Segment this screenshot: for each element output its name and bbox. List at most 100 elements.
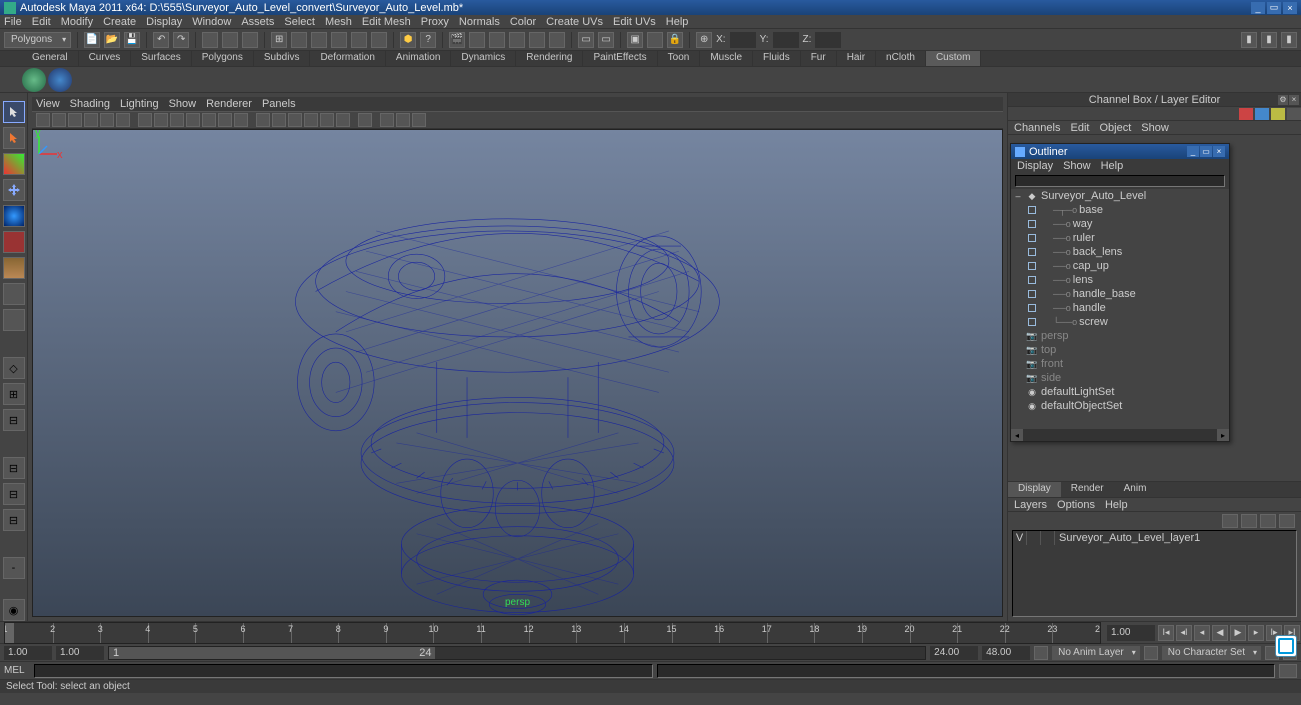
make-live-button[interactable] bbox=[371, 32, 387, 48]
redo-button[interactable]: ↷ bbox=[173, 32, 189, 48]
lasso-tool[interactable] bbox=[3, 127, 25, 149]
go-to-start-button[interactable]: І◂ bbox=[1158, 625, 1174, 641]
absolute-transform-button[interactable]: ⊕ bbox=[696, 32, 712, 48]
outliner-item-front[interactable]: 📷front bbox=[1011, 357, 1229, 371]
range-end-field[interactable]: 48.00 bbox=[982, 646, 1030, 660]
character-set-dropdown[interactable]: No Character Set bbox=[1162, 646, 1261, 660]
sidebar-toggle-2[interactable]: ▮ bbox=[1261, 32, 1277, 48]
vp-menu-view[interactable]: View bbox=[36, 98, 60, 110]
layer-type-toggle[interactable] bbox=[1027, 531, 1041, 545]
vp-menu-panels[interactable]: Panels bbox=[262, 98, 296, 110]
layer-tab-anim[interactable]: Anim bbox=[1114, 482, 1157, 497]
snap-grid-button[interactable]: ⊞ bbox=[271, 32, 287, 48]
menu-modify[interactable]: Modify bbox=[61, 16, 93, 28]
playback-start-field[interactable]: 1.00 bbox=[56, 646, 104, 660]
menu-file[interactable]: File bbox=[4, 16, 22, 28]
last-tool[interactable]: ◉ bbox=[3, 599, 25, 621]
y-field[interactable] bbox=[773, 32, 799, 48]
quick-select-button[interactable]: ▣ bbox=[627, 32, 643, 48]
vp-expose[interactable] bbox=[412, 113, 426, 127]
outliner-item-top[interactable]: 📷top bbox=[1011, 343, 1229, 357]
help-button[interactable]: ? bbox=[420, 32, 436, 48]
scale-tool[interactable] bbox=[3, 231, 25, 253]
vp-gate-mask[interactable] bbox=[186, 113, 200, 127]
cancel-render-button[interactable] bbox=[549, 32, 565, 48]
layer-list[interactable]: VSurveyor_Auto_Level_layer1 bbox=[1012, 530, 1297, 617]
undo-button[interactable]: ↶ bbox=[153, 32, 169, 48]
outliner-close[interactable]: × bbox=[1213, 146, 1225, 157]
name-field-button[interactable] bbox=[647, 32, 663, 48]
layer-row[interactable]: VSurveyor_Auto_Level_layer1 bbox=[1013, 531, 1296, 545]
shelf-tab-painteffects[interactable]: PaintEffects bbox=[583, 51, 657, 66]
vp-isolate-select[interactable] bbox=[358, 113, 372, 127]
outliner-item-back_lens[interactable]: ──o back_lens bbox=[1011, 245, 1229, 259]
vp-high-quality[interactable] bbox=[336, 113, 350, 127]
vp-select-camera[interactable] bbox=[36, 113, 50, 127]
close-button[interactable]: × bbox=[1283, 2, 1297, 14]
show-manip-tool[interactable] bbox=[3, 309, 25, 331]
menu-color[interactable]: Color bbox=[510, 16, 536, 28]
new-scene-button[interactable]: 📄 bbox=[84, 32, 100, 48]
sidebar-toggle-3[interactable]: ▮ bbox=[1281, 32, 1297, 48]
vp-safe-title[interactable] bbox=[234, 113, 248, 127]
single-perspective-layout[interactable]: ◇ bbox=[3, 357, 25, 379]
layer-color-swatch[interactable] bbox=[1041, 531, 1055, 545]
outliner-titlebar[interactable]: Outliner _ ▭ × bbox=[1011, 144, 1229, 159]
maximize-button[interactable]: ▭ bbox=[1267, 2, 1281, 14]
shelf-tab-dynamics[interactable]: Dynamics bbox=[451, 51, 516, 66]
outliner-menu-help[interactable]: Help bbox=[1101, 160, 1124, 172]
outliner-search[interactable] bbox=[1015, 175, 1225, 187]
play-back-button[interactable]: ◀ bbox=[1212, 625, 1228, 641]
vp-menu-lighting[interactable]: Lighting bbox=[120, 98, 159, 110]
menu-edit[interactable]: Edit bbox=[32, 16, 51, 28]
shelf-tab-surfaces[interactable]: Surfaces bbox=[131, 51, 191, 66]
menu-create[interactable]: Create bbox=[103, 16, 136, 28]
render-button[interactable]: 🎬 bbox=[449, 32, 465, 48]
vp-field-chart[interactable] bbox=[202, 113, 216, 127]
paint-select-tool[interactable] bbox=[3, 153, 25, 175]
range-slider[interactable]: 124 bbox=[108, 646, 926, 660]
panel-gear-icon[interactable]: ⚙ bbox=[1278, 95, 1288, 105]
open-scene-button[interactable]: 📂 bbox=[104, 32, 120, 48]
shelf-tab-fluids[interactable]: Fluids bbox=[753, 51, 801, 66]
outliner-item-ruler[interactable]: ──o ruler bbox=[1011, 231, 1229, 245]
channel-menu-show[interactable]: Show bbox=[1141, 122, 1169, 134]
shelf-tab-animation[interactable]: Animation bbox=[386, 51, 451, 66]
ipr-render-button[interactable] bbox=[469, 32, 485, 48]
vp-xray-joints[interactable] bbox=[396, 113, 410, 127]
shelf-tab-custom[interactable]: Custom bbox=[926, 51, 981, 66]
snap-plane-button[interactable] bbox=[331, 32, 347, 48]
time-slider-toggle[interactable]: - bbox=[3, 557, 25, 579]
render-settings-button[interactable] bbox=[489, 32, 505, 48]
layer-btn-4[interactable] bbox=[1279, 514, 1295, 528]
universal-manip-tool[interactable] bbox=[3, 257, 25, 279]
custom-shelf-icon-1[interactable] bbox=[22, 68, 46, 92]
layer-menu-options[interactable]: Options bbox=[1057, 499, 1095, 511]
channel-btn-2[interactable] bbox=[1255, 108, 1269, 120]
channel-menu-object[interactable]: Object bbox=[1099, 122, 1131, 134]
shelf-tab-toon[interactable]: Toon bbox=[658, 51, 701, 66]
snap-point-button[interactable] bbox=[311, 32, 327, 48]
range-options-button[interactable] bbox=[1034, 646, 1048, 660]
layer-menu-help[interactable]: Help bbox=[1105, 499, 1128, 511]
teamviewer-icon[interactable] bbox=[1275, 635, 1297, 657]
vp-2d-pan[interactable] bbox=[100, 113, 114, 127]
channel-btn-3[interactable] bbox=[1271, 108, 1285, 120]
vp-safe-action[interactable] bbox=[218, 113, 232, 127]
menu-help[interactable]: Help bbox=[666, 16, 689, 28]
custom-layout[interactable]: ⊟ bbox=[3, 509, 25, 531]
outliner-item-screw[interactable]: └──o screw bbox=[1011, 315, 1229, 329]
shelf-tab-fur[interactable]: Fur bbox=[801, 51, 837, 66]
vp-grease-pencil[interactable] bbox=[116, 113, 130, 127]
shelf-tab-muscle[interactable]: Muscle bbox=[700, 51, 753, 66]
outliner-minimize[interactable]: _ bbox=[1187, 146, 1199, 157]
select-by-object-button[interactable] bbox=[222, 32, 238, 48]
vp-lock-camera[interactable] bbox=[52, 113, 66, 127]
time-slider[interactable]: 123456789101112131415161718192021222324 … bbox=[0, 621, 1301, 643]
menu-select[interactable]: Select bbox=[284, 16, 315, 28]
vp-textured[interactable] bbox=[288, 113, 302, 127]
channel-btn-4[interactable] bbox=[1287, 108, 1301, 120]
menu-display[interactable]: Display bbox=[146, 16, 182, 28]
select-by-hierarchy-button[interactable] bbox=[202, 32, 218, 48]
vp-smooth-shade[interactable] bbox=[272, 113, 286, 127]
